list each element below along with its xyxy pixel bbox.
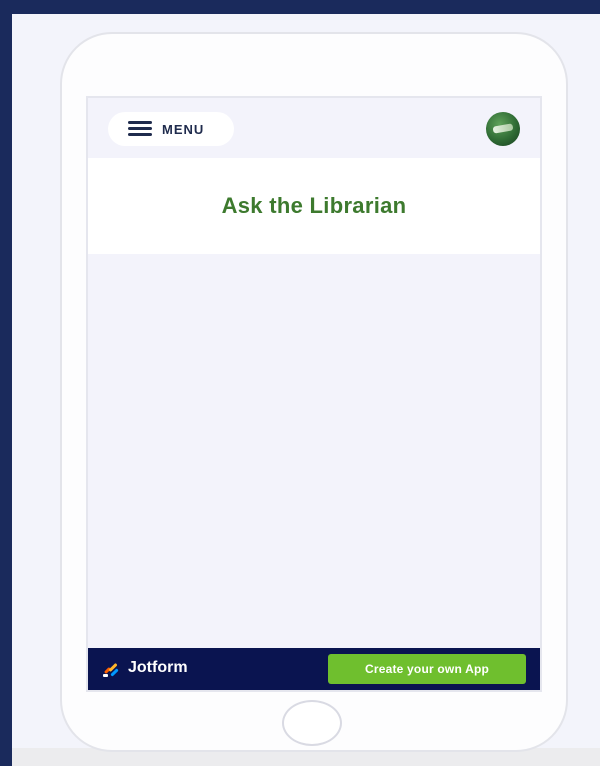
- page-title: Ask the Librarian: [221, 193, 407, 218]
- create-app-button[interactable]: Create your own App: [328, 654, 526, 684]
- phone-screen: MENU Ask the Librarian Jotform Create yo…: [86, 96, 542, 692]
- jotform-logo-icon[interactable]: [102, 660, 122, 678]
- menu-label: MENU: [162, 121, 205, 137]
- jotform-footer-bar: Jotform Create your own App: [88, 648, 540, 690]
- page-title-card: Ask the Librarian: [88, 158, 540, 254]
- jotform-brand-name[interactable]: Jotform: [128, 659, 188, 677]
- menu-button[interactable]: MENU: [108, 112, 234, 146]
- home-button[interactable]: [282, 700, 342, 746]
- avatar-logo-icon[interactable]: [486, 112, 520, 146]
- hamburger-icon: [128, 121, 152, 137]
